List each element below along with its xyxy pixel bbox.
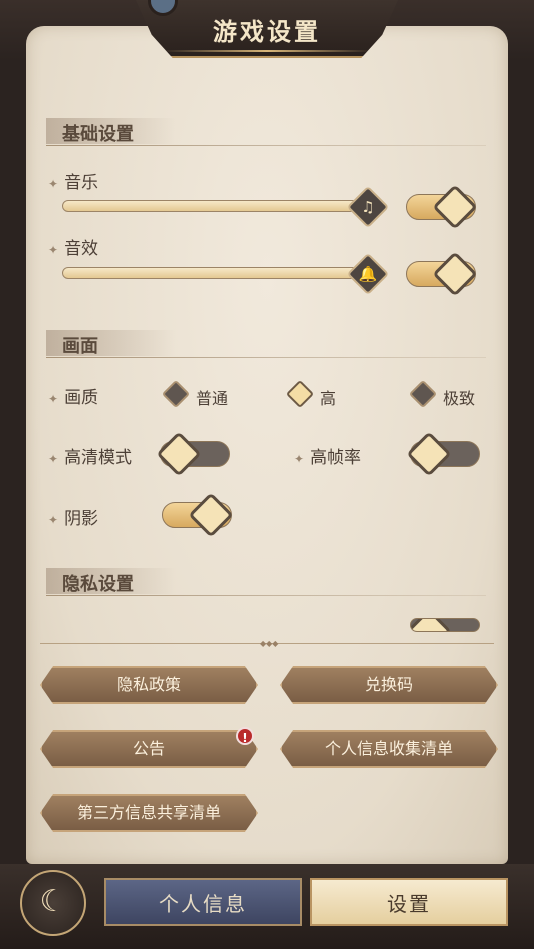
announcement-button[interactable]: 公告: [40, 730, 258, 768]
sfx-label: ✦ 音效: [48, 239, 99, 259]
section-display: 画面: [46, 330, 486, 358]
music-toggle[interactable]: [406, 184, 478, 230]
notification-badge: !: [236, 727, 254, 745]
quality-option-ultra-label[interactable]: 极致: [443, 385, 475, 409]
redeem-code-button[interactable]: 兑换码: [280, 666, 498, 704]
sparkle-icon: ✦: [48, 177, 59, 191]
page-title: 游戏设置: [213, 17, 321, 46]
high-fps-label: ✦ 高帧率: [294, 448, 362, 468]
sparkle-icon: ✦: [48, 452, 59, 466]
section-privacy: 隐私设置: [46, 568, 486, 596]
section-title: 隐私设置: [62, 574, 134, 595]
section-title: 画面: [62, 336, 98, 357]
divider: ◆◆◆: [40, 640, 494, 648]
privacy-policy-button[interactable]: 隐私政策: [40, 666, 258, 704]
hd-mode-toggle[interactable]: [156, 431, 230, 477]
quality-label: ✦ 画质: [48, 388, 99, 408]
sparkle-icon: ✦: [48, 513, 59, 527]
hd-mode-label: ✦ 高清模式: [48, 448, 133, 468]
back-button[interactable]: ☾: [20, 870, 86, 936]
tab-personal-info[interactable]: 个人信息: [104, 878, 302, 926]
bell-icon: 🔔: [358, 265, 378, 283]
section-basic-settings: 基础设置: [46, 118, 486, 146]
music-label: ✦ 音乐: [48, 173, 99, 193]
sparkle-icon: ✦: [294, 452, 305, 466]
shadow-toggle[interactable]: [162, 492, 234, 538]
music-note-icon: ♫: [361, 198, 375, 216]
music-slider[interactable]: [62, 200, 368, 212]
quality-option-normal-label[interactable]: 普通: [196, 385, 228, 409]
sfx-slider[interactable]: [62, 267, 368, 279]
sparkle-icon: ✦: [48, 243, 59, 257]
third-party-sharing-list-button[interactable]: 第三方信息共享清单: [40, 794, 258, 832]
sparkle-icon: ✦: [48, 392, 59, 406]
crescent-sparkle-icon: ☾: [39, 884, 67, 919]
quality-option-high-label[interactable]: 高: [320, 385, 336, 409]
high-fps-toggle[interactable]: [406, 431, 480, 477]
section-title: 基础设置: [62, 124, 134, 145]
sfx-toggle[interactable]: [406, 251, 478, 297]
personal-info-list-button[interactable]: 个人信息收集清单: [280, 730, 498, 768]
shadow-label: ✦ 阴影: [48, 509, 99, 529]
privacy-option-toggle[interactable]: [410, 618, 480, 632]
tab-settings[interactable]: 设置: [310, 878, 508, 926]
